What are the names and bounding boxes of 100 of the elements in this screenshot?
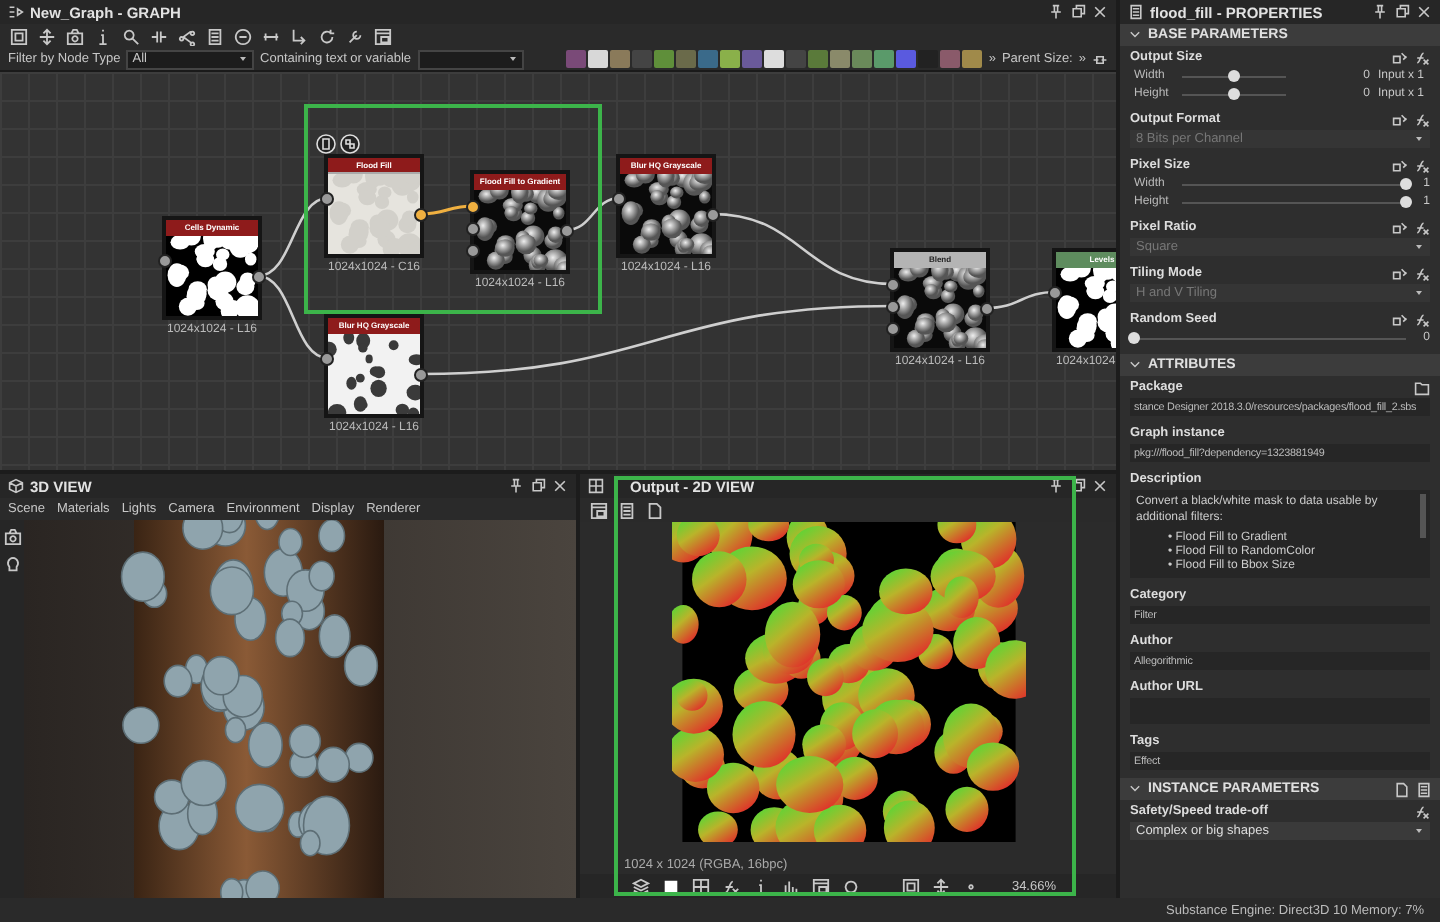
node-library-icon[interactable] <box>654 50 675 68</box>
document-icon[interactable] <box>316 134 336 154</box>
chevron-icon[interactable] <box>1128 28 1142 42</box>
function-icon[interactable] <box>1414 219 1430 235</box>
grid-icon[interactable] <box>692 877 710 895</box>
node-library-icon[interactable] <box>852 50 873 68</box>
rotate-icon[interactable] <box>318 27 336 45</box>
node-library-icon[interactable] <box>940 50 961 68</box>
node-library-icon[interactable] <box>962 50 983 68</box>
function-icon[interactable] <box>722 877 740 895</box>
pin-icon[interactable] <box>1048 4 1064 20</box>
slider-thumb[interactable] <box>1400 177 1412 189</box>
window-icon[interactable] <box>590 501 608 519</box>
layers-icon[interactable] <box>632 877 650 895</box>
slider-thumb[interactable] <box>1228 69 1240 81</box>
close-icon[interactable] <box>1092 478 1108 494</box>
node-library-icon[interactable] <box>918 50 939 68</box>
maximize-icon[interactable] <box>1070 4 1086 20</box>
node-library-icon[interactable] <box>896 50 917 68</box>
pages-icon[interactable] <box>646 501 664 519</box>
maximize-icon[interactable] <box>1070 478 1086 494</box>
node-library-icon[interactable] <box>588 50 609 68</box>
node-library-icon[interactable] <box>808 50 829 68</box>
node-library-icon[interactable] <box>874 50 895 68</box>
node-library-icon[interactable] <box>676 50 697 68</box>
caret-icon[interactable] <box>1414 826 1424 836</box>
pin-icon[interactable] <box>1048 478 1064 494</box>
histogram-icon[interactable] <box>782 877 800 895</box>
light-bulb-icon[interactable] <box>3 556 21 574</box>
split-icon[interactable] <box>150 27 168 45</box>
node-library-icon[interactable] <box>632 50 653 68</box>
output-port[interactable] <box>980 302 994 316</box>
square-icon[interactable] <box>662 877 680 895</box>
tweak-icon[interactable] <box>1392 49 1408 65</box>
input-port[interactable] <box>158 254 172 268</box>
function-icon[interactable] <box>1414 49 1430 65</box>
slider-thumb[interactable] <box>1228 87 1240 99</box>
folder-icon[interactable] <box>1414 379 1430 395</box>
camera-icon[interactable] <box>66 27 84 45</box>
move-icon[interactable] <box>931 877 950 895</box>
link-icon[interactable] <box>1092 51 1108 67</box>
frame-icon[interactable] <box>901 877 920 895</box>
search-field[interactable] <box>417 49 525 69</box>
tweak-icon[interactable] <box>1392 157 1408 173</box>
node-library-icon[interactable] <box>610 50 631 68</box>
input-port[interactable] <box>320 352 334 366</box>
close-icon[interactable] <box>1416 4 1432 20</box>
document-icon[interactable] <box>1416 781 1432 797</box>
node-library-icon[interactable] <box>720 50 741 68</box>
close-icon[interactable] <box>1092 4 1108 20</box>
output-port[interactable] <box>560 224 574 238</box>
tweak-icon[interactable] <box>1392 219 1408 235</box>
scrollbar[interactable] <box>1420 494 1426 538</box>
caret-icon[interactable] <box>508 54 519 64</box>
info-icon[interactable] <box>94 27 112 45</box>
output-port[interactable] <box>414 208 428 222</box>
input-port[interactable] <box>320 192 334 206</box>
slider-thumb[interactable] <box>1400 195 1412 207</box>
document-icon[interactable] <box>618 501 636 519</box>
output-port[interactable] <box>706 208 720 222</box>
node-library-icon[interactable] <box>698 50 719 68</box>
function-icon[interactable] <box>1414 265 1430 281</box>
maximize-icon[interactable] <box>1394 4 1410 20</box>
frame-icon[interactable] <box>10 27 28 45</box>
wrench-icon[interactable] <box>346 27 364 45</box>
input-port[interactable] <box>1048 286 1062 300</box>
align-icon[interactable] <box>262 27 280 45</box>
page-icon[interactable] <box>1394 781 1410 797</box>
function-icon[interactable] <box>1414 311 1430 327</box>
close-icon[interactable] <box>552 478 568 494</box>
pin-icon[interactable] <box>1372 4 1388 20</box>
chevron-icon[interactable] <box>1128 782 1142 796</box>
function-icon[interactable] <box>1414 157 1430 173</box>
document-icon[interactable] <box>206 27 224 45</box>
node-library-icon[interactable] <box>830 50 851 68</box>
input-port[interactable] <box>612 192 626 206</box>
search-icon[interactable] <box>122 27 140 45</box>
tweak-icon[interactable] <box>1392 311 1408 327</box>
chevron-icon[interactable] <box>1128 358 1142 372</box>
maximize-icon[interactable] <box>530 478 546 494</box>
node-library-icon[interactable] <box>786 50 807 68</box>
tweak-icon[interactable] <box>1392 265 1408 281</box>
checker-icon[interactable] <box>340 134 360 154</box>
slider-thumb[interactable] <box>1128 331 1140 343</box>
pin-icon[interactable] <box>508 478 524 494</box>
window-icon[interactable] <box>812 877 830 895</box>
tweak-icon[interactable] <box>1392 111 1408 127</box>
share-icon[interactable] <box>178 27 196 45</box>
function-icon[interactable] <box>1414 111 1430 127</box>
function-icon[interactable] <box>1414 803 1430 819</box>
move-icon[interactable] <box>38 27 56 45</box>
camera-icon[interactable] <box>3 528 21 546</box>
window-icon[interactable] <box>374 27 392 45</box>
output-port[interactable] <box>252 270 266 284</box>
node-library-icon[interactable] <box>764 50 785 68</box>
corner-arrow-icon[interactable] <box>290 27 308 45</box>
output-port[interactable] <box>414 368 428 382</box>
caret-icon[interactable] <box>238 54 249 64</box>
node-library-icon[interactable] <box>742 50 763 68</box>
node-library-icon[interactable] <box>566 50 587 68</box>
